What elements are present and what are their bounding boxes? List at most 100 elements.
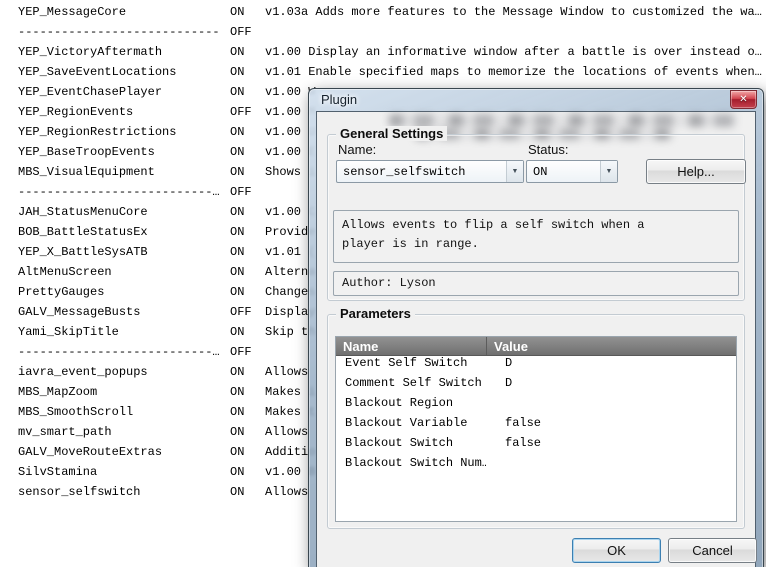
dialog-client-area: General Settings Name: sensor_selfswitch… xyxy=(316,111,757,567)
plugin-status: ON xyxy=(230,165,245,179)
plugin-row[interactable]: YEP_VictoryAftermath ON v1.00 Display an i… xyxy=(0,45,766,65)
plugin-row[interactable]: ---------------------------- OFF xyxy=(0,25,766,45)
parameters-group: Parameters Name Value Event Self Switch D… xyxy=(327,306,745,529)
parameter-row[interactable]: Comment Self Switch D xyxy=(336,376,736,396)
plugin-desc: v1.01 Enable specified maps to memorize … xyxy=(265,65,762,79)
plugin-name: SilvStamina xyxy=(18,465,98,479)
plugin-status: ON xyxy=(230,125,245,139)
cancel-button[interactable]: Cancel xyxy=(668,538,757,563)
plugin-name: YEP_RegionRestrictions xyxy=(18,125,177,139)
plugin-name: Yami_SkipTitle xyxy=(18,325,119,339)
plugin-description: Allows events to flip a self switch when… xyxy=(333,210,739,263)
plugin-name: ---------------------------… xyxy=(18,345,220,359)
chevron-down-icon: ▼ xyxy=(506,161,523,182)
parameter-name: Comment Self Switch xyxy=(345,376,482,390)
plugin-name-value: sensor_selfswitch xyxy=(343,164,466,179)
plugin-status: ON xyxy=(230,245,245,259)
plugin-name: AltMenuScreen xyxy=(18,265,112,279)
plugin-name: sensor_selfswitch xyxy=(18,485,141,499)
parameter-row[interactable]: Blackout Switch Num… xyxy=(336,456,736,476)
parameter-name: Blackout Switch xyxy=(345,436,454,450)
plugin-name: YEP_VictoryAftermath xyxy=(18,45,163,59)
plugin-name: MBS_MapZoom xyxy=(18,385,98,399)
plugin-row[interactable]: YEP_MessageCore ON v1.03a Adds more featur… xyxy=(0,5,766,25)
status-label: Status: xyxy=(528,142,569,157)
plugin-desc: v1.00 Display an informative window afte… xyxy=(265,45,762,59)
plugin-status: ON xyxy=(230,325,245,339)
status-dropdown[interactable]: ON ▼ xyxy=(526,160,618,183)
plugin-status: ON xyxy=(230,5,245,19)
plugin-name: PrettyGauges xyxy=(18,285,105,299)
general-settings-group: General Settings Name: sensor_selfswitch… xyxy=(327,126,746,301)
plugin-name: YEP_BaseTroopEvents xyxy=(18,145,155,159)
plugin-status: ON xyxy=(230,45,245,59)
chevron-down-icon: ▼ xyxy=(600,161,617,182)
plugin-status: ON xyxy=(230,425,245,439)
parameter-value xyxy=(487,456,736,476)
plugin-name: ---------------------------- xyxy=(18,25,220,39)
plugin-status: ON xyxy=(230,85,245,99)
parameter-row[interactable]: Blackout Variable false xyxy=(336,416,736,436)
parameter-row[interactable]: Blackout Switch false xyxy=(336,436,736,456)
general-settings-title: General Settings xyxy=(336,126,448,141)
plugin-name: YEP_X_BattleSysATB xyxy=(18,245,148,259)
parameter-value: false xyxy=(505,436,542,450)
plugin-status: ON xyxy=(230,485,245,499)
plugin-status: OFF xyxy=(230,25,252,39)
plugin-status: ON xyxy=(230,365,245,379)
parameter-name: Blackout Variable xyxy=(345,416,468,430)
plugin-name: YEP_SaveEventLocations xyxy=(18,65,177,79)
plugin-status: OFF xyxy=(230,345,252,359)
plugin-status: ON xyxy=(230,465,245,479)
plugin-status: ON xyxy=(230,405,245,419)
parameters-table: Name Value Event Self Switch D Comment Sel… xyxy=(335,336,737,522)
parameter-name: Event Self Switch xyxy=(345,356,468,370)
dialog-title: Plugin xyxy=(321,92,358,107)
parameter-name: Blackout Region xyxy=(345,396,454,410)
param-header-value: Value xyxy=(494,338,528,354)
plugin-name-dropdown[interactable]: sensor_selfswitch ▼ xyxy=(336,160,524,183)
plugin-manager-screen: YEP_MessageCore ON v1.03a Adds more featur… xyxy=(0,0,766,567)
plugin-status: ON xyxy=(230,385,245,399)
plugin-status: ON xyxy=(230,205,245,219)
plugin-name: BOB_BattleStatusEx xyxy=(18,225,148,239)
plugin-name: YEP_MessageCore xyxy=(18,5,127,19)
plugin-status: OFF xyxy=(230,105,252,119)
plugin-dialog: Plugin ✕ General Settings Name: sensor_s… xyxy=(308,88,764,567)
parameter-value: false xyxy=(505,416,542,430)
plugin-status: ON xyxy=(230,265,245,279)
parameter-row[interactable]: Blackout Region xyxy=(336,396,736,416)
dialog-titlebar[interactable]: Plugin ✕ xyxy=(309,89,763,111)
plugin-status: OFF xyxy=(230,185,252,199)
plugin-name: MBS_SmoothScroll xyxy=(18,405,134,419)
parameter-value xyxy=(487,396,736,416)
parameters-table-header: Name Value xyxy=(336,337,736,356)
param-header-name: Name xyxy=(336,337,487,355)
plugin-status: ON xyxy=(230,445,245,459)
name-label: Name: xyxy=(338,142,377,157)
plugin-name: ---------------------------… xyxy=(18,185,220,199)
plugin-name: mv_smart_path xyxy=(18,425,112,439)
plugin-name: MBS_VisualEquipment xyxy=(18,165,155,179)
plugin-status: ON xyxy=(230,225,245,239)
close-button[interactable]: ✕ xyxy=(730,90,757,109)
plugin-name: YEP_RegionEvents xyxy=(18,105,134,119)
plugin-name: YEP_EventChasePlayer xyxy=(18,85,163,99)
param-table-body: Event Self Switch D Comment Self Switch D Bl… xyxy=(336,356,736,476)
parameter-value: D xyxy=(505,376,513,390)
plugin-name: GALV_MoveRouteExtras xyxy=(18,445,163,459)
plugin-name: GALV_MessageBusts xyxy=(18,305,141,319)
plugin-name: JAH_StatusMenuCore xyxy=(18,205,148,219)
plugin-status: ON xyxy=(230,285,245,299)
help-button[interactable]: Help... xyxy=(646,159,746,184)
ok-button[interactable]: OK xyxy=(572,538,661,563)
parameter-name: Blackout Switch Num… xyxy=(345,456,487,470)
plugin-row[interactable]: YEP_SaveEventLocations ON v1.01 Enable spe… xyxy=(0,65,766,85)
parameter-row[interactable]: Event Self Switch D xyxy=(336,356,736,376)
parameter-value: D xyxy=(505,356,513,370)
plugin-status: ON xyxy=(230,65,245,79)
status-value: ON xyxy=(533,164,548,179)
plugin-author: Author: Lyson xyxy=(333,271,739,296)
plugin-status: OFF xyxy=(230,305,252,319)
plugin-desc: v1.03a Adds more features to the Message… xyxy=(265,5,762,19)
